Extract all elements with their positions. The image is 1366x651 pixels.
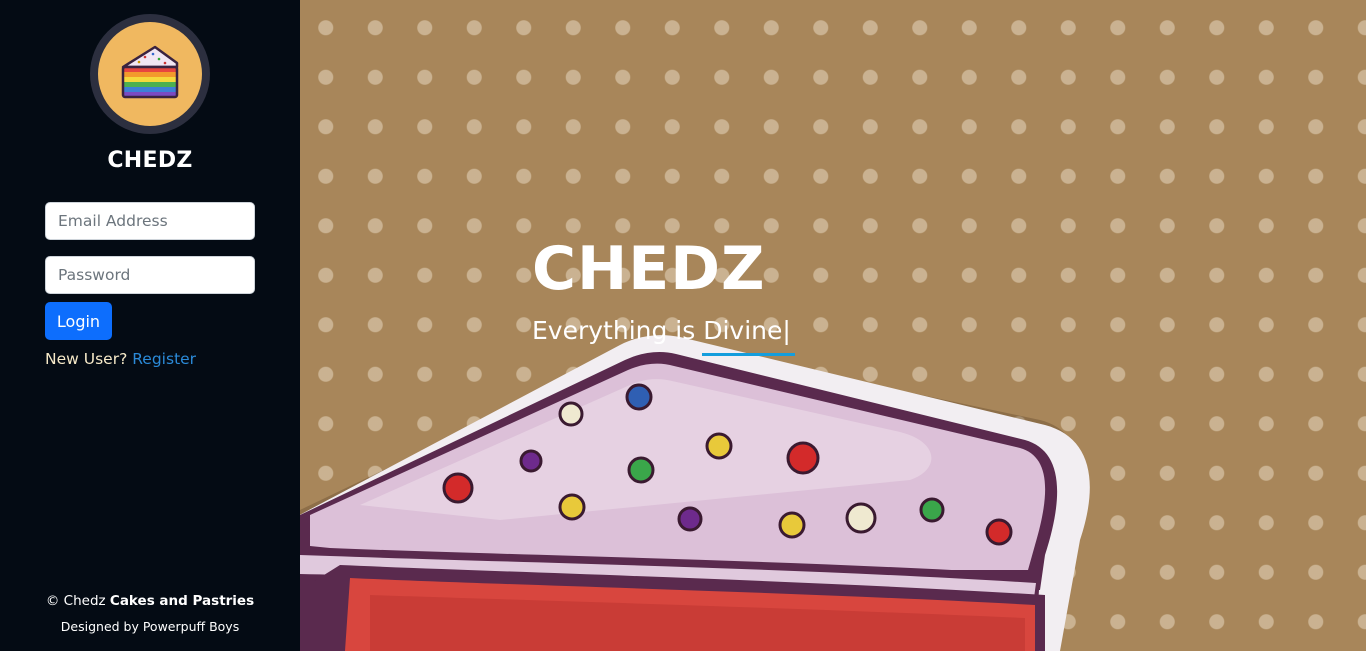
- email-field[interactable]: [45, 202, 255, 240]
- cake-slice-illustration: [300, 335, 1090, 651]
- copyright-prefix: © Chedz: [45, 593, 106, 609]
- logo: [90, 14, 210, 134]
- footer-designed-by: Designed by Powerpuff Boys: [60, 619, 240, 634]
- typed-cursor: |: [782, 316, 791, 345]
- register-link[interactable]: Register: [132, 350, 196, 368]
- rainbow-cake-slice-icon: [98, 22, 202, 126]
- hero-section: CHEDZ Everything is Divine|: [300, 0, 1366, 651]
- password-field[interactable]: [45, 256, 255, 294]
- sidebar: CHEDZ Login New User? Register © Chedz C…: [0, 0, 300, 651]
- copyright-company: Cakes and Pastries: [109, 593, 255, 609]
- hero-underline: [702, 353, 795, 356]
- footer-copyright: © Chedz Cakes and Pastries: [0, 593, 300, 609]
- brand-name: CHEDZ: [107, 148, 193, 173]
- new-user-text: New User?: [45, 350, 128, 368]
- hero-subtitle: Everything is Divine|: [532, 316, 791, 345]
- new-user-prompt: New User? Register: [45, 350, 196, 368]
- login-button[interactable]: Login: [45, 302, 112, 340]
- hero-title: CHEDZ: [532, 234, 766, 304]
- page: CHEDZ Login New User? Register © Chedz C…: [0, 0, 1366, 651]
- hero-subtitle-text: Everything is Divine: [532, 316, 783, 345]
